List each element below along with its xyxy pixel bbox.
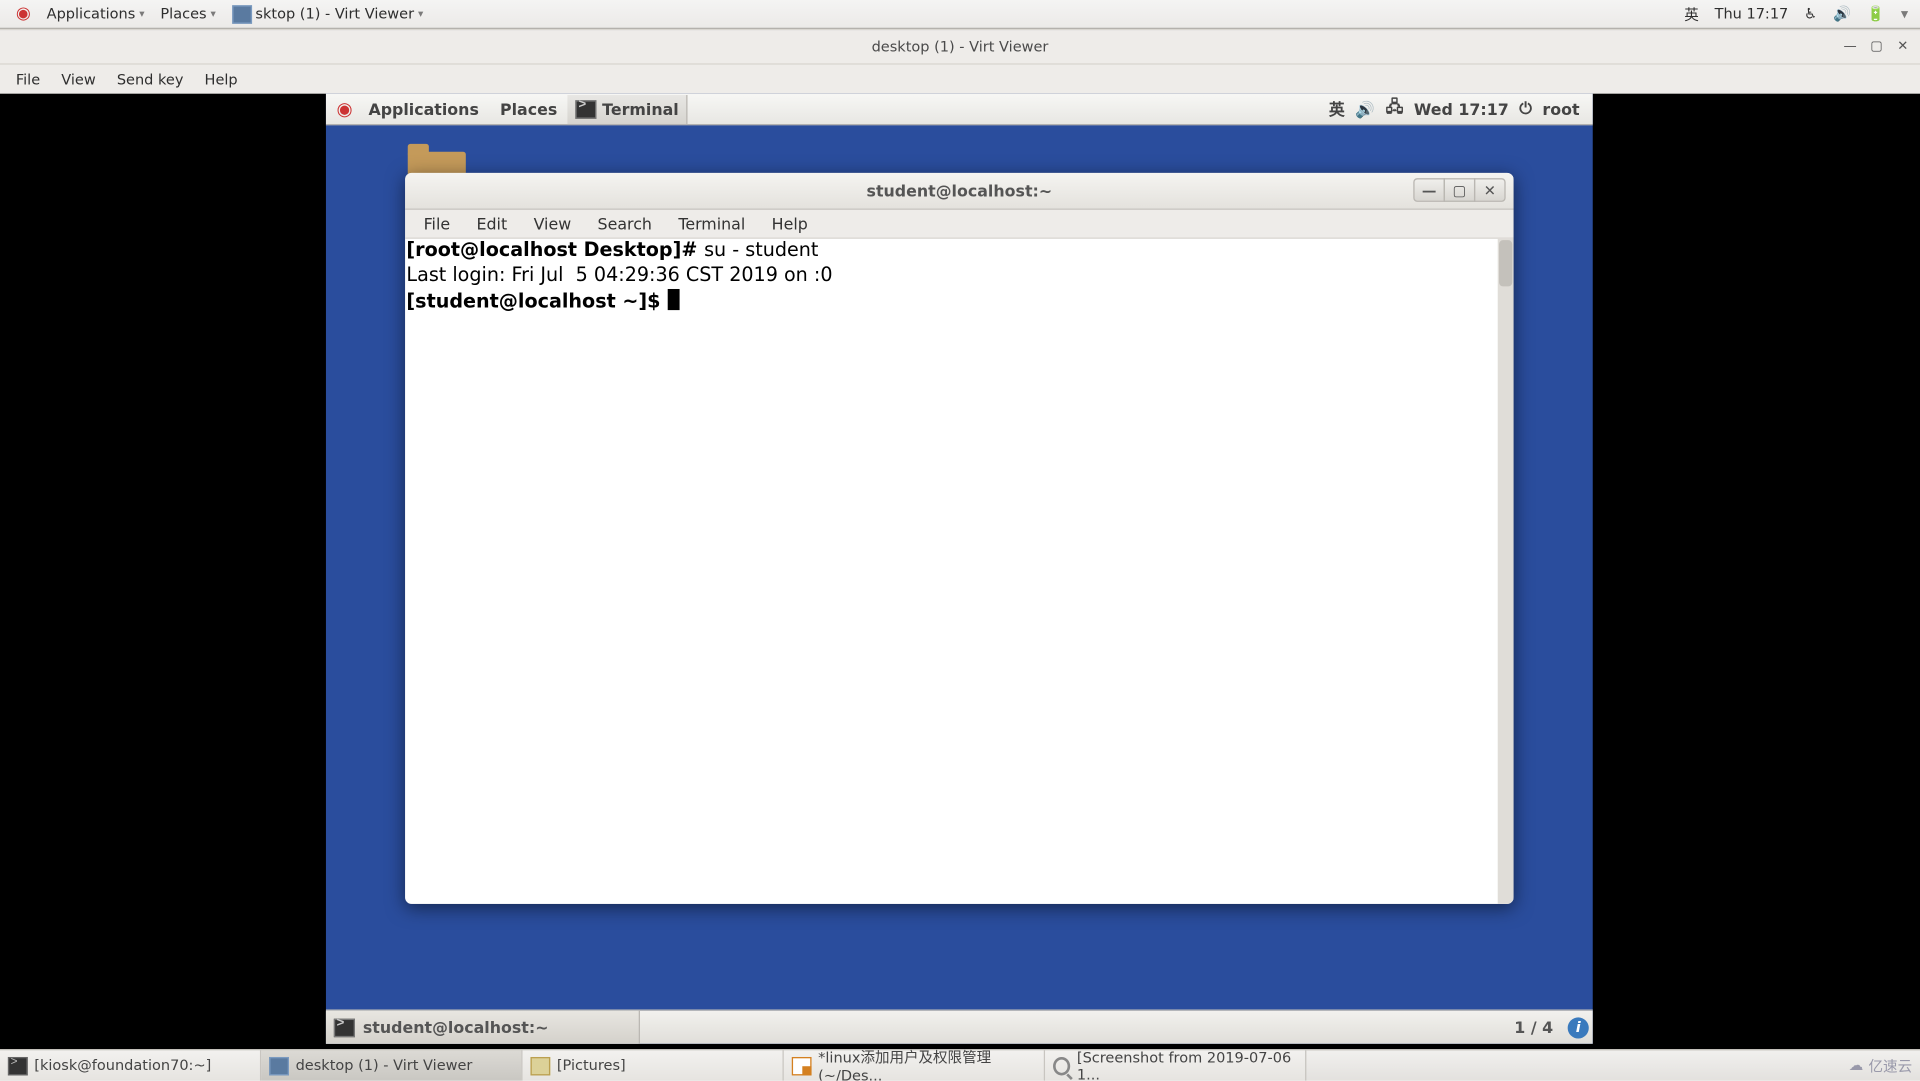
guest-task-terminal[interactable]: Terminal: [568, 94, 688, 123]
image-viewer-icon: [1053, 1056, 1070, 1074]
gterm-menu-file[interactable]: File: [410, 212, 463, 236]
guest-terminal-close-button[interactable]: ✕: [1474, 178, 1506, 202]
virt-viewer-menubar: File View Send key Help: [0, 65, 1920, 94]
host-accessibility-icon[interactable]: ♿: [1800, 5, 1821, 22]
terminal-command: su - student: [704, 240, 818, 261]
virt-viewer-window: desktop (1) - Virt Viewer — ▢ ✕ File Vie…: [0, 29, 1920, 1049]
guest-user-label[interactable]: root: [1542, 100, 1579, 118]
terminal-cursor: [667, 289, 679, 310]
guest-workspace-pager[interactable]: 1 / 4: [1504, 1011, 1564, 1044]
vv-maximize-button[interactable]: ▢: [1865, 36, 1889, 57]
guest-terminal-title: student@localhost:~: [867, 181, 1053, 199]
host-task-virt-viewer[interactable]: desktop (1) - Virt Viewer: [261, 1050, 522, 1080]
host-top-panel: ◉ Applications ▾ Places ▾ sktop (1) - Vi…: [0, 0, 1920, 29]
host-task-editor[interactable]: *linux添加用户及权限管理 (~/Des...: [784, 1050, 1045, 1080]
virt-viewer-title: desktop (1) - Virt Viewer: [872, 38, 1049, 55]
guest-bottom-panel: student@localhost:~ 1 / 4 i: [326, 1009, 1593, 1043]
guest-terminal-scroll-thumb[interactable]: [1499, 240, 1512, 286]
vv-close-button[interactable]: ✕: [1891, 36, 1915, 57]
guest-top-panel: ◉ Applications Places Terminal 英 🔊 🖧 Wed…: [326, 94, 1593, 126]
host-battery-icon[interactable]: 🔋: [1863, 5, 1889, 22]
terminal-output-line: Last login: Fri Jul 5 04:29:36 CST 2019 …: [406, 265, 832, 286]
host-volume-icon[interactable]: 🔊: [1829, 5, 1855, 22]
host-task-kiosk-terminal[interactable]: [kiosk@foundation70:~]: [0, 1050, 261, 1080]
guest-volume-icon[interactable]: 🔊: [1355, 100, 1375, 118]
host-clock[interactable]: Thu 17:17: [1711, 5, 1793, 22]
terminal-icon: [334, 1018, 355, 1036]
host-task-virtviewer[interactable]: sktop (1) - Virt Viewer ▾: [224, 2, 432, 26]
guest-terminal-text-area[interactable]: [root@localhost Desktop]# su - student L…: [405, 239, 1513, 904]
terminal-icon: [576, 100, 597, 118]
host-user-menu-chevron-icon[interactable]: ▾: [1897, 5, 1912, 22]
host-task-screenshot[interactable]: [Screenshot from 2019-07-06 1...: [1045, 1050, 1306, 1080]
watermark-logo-icon: ☁: [1849, 1057, 1864, 1074]
guest-bottom-task-terminal[interactable]: student@localhost:~: [326, 1011, 640, 1044]
host-places-menu[interactable]: Places ▾: [152, 3, 223, 25]
guest-desktop[interactable]: ◉ Applications Places Terminal 英 🔊 🖧 Wed…: [326, 94, 1593, 1044]
info-icon: i: [1568, 1017, 1589, 1038]
terminal-prompt-student: [student@localhost ~]$: [406, 292, 667, 313]
vv-minimize-button[interactable]: —: [1838, 36, 1862, 57]
guest-foot-icon: ◉: [331, 98, 358, 119]
vv-menu-sendkey[interactable]: Send key: [106, 68, 194, 90]
gedit-icon: [792, 1056, 812, 1074]
vv-menu-help[interactable]: Help: [194, 68, 248, 90]
guest-terminal-maximize-button[interactable]: ▢: [1444, 178, 1476, 202]
gterm-menu-view[interactable]: View: [520, 212, 584, 236]
gterm-menu-help[interactable]: Help: [758, 212, 820, 236]
watermark: ☁ 亿速云: [1841, 1050, 1920, 1080]
guest-terminal-menubar: File Edit View Search Terminal Help: [405, 210, 1513, 239]
virt-viewer-titlebar: desktop (1) - Virt Viewer — ▢ ✕: [0, 30, 1920, 64]
gterm-menu-search[interactable]: Search: [584, 212, 665, 236]
guest-ime-indicator[interactable]: 英: [1329, 98, 1345, 120]
guest-terminal-titlebar[interactable]: student@localhost:~ — ▢ ✕: [405, 173, 1513, 210]
terminal-prompt-root: [root@localhost Desktop]#: [406, 240, 704, 261]
virt-viewer-icon: [269, 1056, 289, 1074]
guest-terminal-minimize-button[interactable]: —: [1413, 178, 1445, 202]
vv-menu-view[interactable]: View: [51, 68, 107, 90]
host-bottom-taskbar: [kiosk@foundation70:~] desktop (1) - Vir…: [0, 1049, 1920, 1081]
guest-places-menu[interactable]: Places: [489, 97, 567, 121]
host-task-pictures[interactable]: [Pictures]: [523, 1050, 784, 1080]
host-applications-menu[interactable]: Applications ▾: [39, 3, 153, 25]
guest-applications-menu[interactable]: Applications: [358, 97, 490, 121]
vv-menu-file[interactable]: File: [5, 68, 50, 90]
guest-network-icon[interactable]: 🖧: [1386, 95, 1404, 123]
terminal-icon: [8, 1056, 28, 1074]
folder-icon: [530, 1056, 550, 1074]
guest-clock[interactable]: Wed 17:17: [1414, 100, 1509, 118]
virt-viewer-display[interactable]: ◉ Applications Places Terminal 英 🔊 🖧 Wed…: [0, 94, 1920, 1049]
guest-info-button[interactable]: i: [1564, 1011, 1593, 1044]
guest-power-icon[interactable]: ⏻: [1519, 99, 1532, 119]
guest-terminal-window: student@localhost:~ — ▢ ✕ File Edit View…: [405, 173, 1513, 904]
gterm-menu-terminal[interactable]: Terminal: [665, 212, 758, 236]
guest-terminal-scrollbar[interactable]: [1498, 239, 1514, 904]
host-ime-indicator[interactable]: 英: [1680, 3, 1702, 24]
host-foot-icon: ◉: [8, 1, 39, 26]
gterm-menu-edit[interactable]: Edit: [463, 212, 520, 236]
